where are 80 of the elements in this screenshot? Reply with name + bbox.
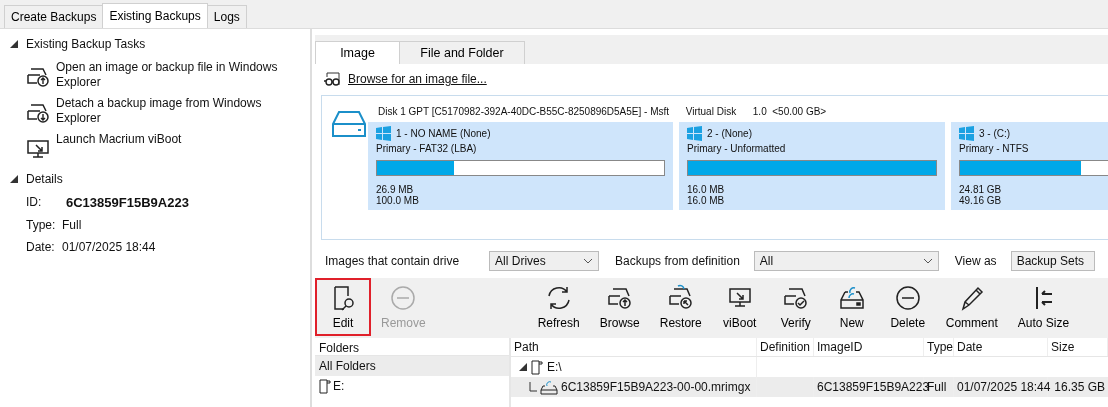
windows-logo-icon <box>376 126 391 141</box>
partition-card[interactable]: 2 - (None) Primary - Unformatted 16.0 MB 16.0 MB <box>679 122 945 210</box>
tab[interactable]: Existing Backups <box>102 3 208 28</box>
collapse-triangle-icon[interactable] <box>519 363 527 371</box>
toolbar-button[interactable]: Auto Size <box>1007 278 1080 336</box>
glasses-icon <box>323 71 343 87</box>
section-title: Existing Backup Tasks <box>26 37 146 51</box>
drive-download-icon <box>26 102 50 124</box>
detail-value: 6C13859F15B9A223 <box>66 195 189 210</box>
toolbar-button[interactable]: Comment <box>935 278 1008 336</box>
toolbar-button[interactable]: Refresh <box>527 278 590 336</box>
column-header[interactable]: Definition <box>757 338 814 356</box>
partition-name: 1 - NO NAME (None) <box>396 128 491 139</box>
task-link[interactable]: Detach a backup image from Windows Explorer <box>56 96 306 126</box>
column-header[interactable]: Size <box>1048 338 1108 356</box>
partition-card[interactable]: 1 - NO NAME (None) Primary - FAT32 (LBA) 26.9 MB 100.0 MB <box>368 122 673 210</box>
total-size: 16.0 MB <box>687 195 726 206</box>
used-size: 24.81 GB <box>959 184 1003 195</box>
monitor-icon <box>26 138 50 160</box>
browse-link[interactable]: Browse for an image file... <box>348 72 487 86</box>
toolbar-button[interactable]: viBoot <box>711 278 768 336</box>
toolbar-button[interactable]: New <box>823 278 880 336</box>
column-header[interactable]: Type <box>924 338 954 356</box>
toolbar-button[interactable]: Verify <box>767 278 824 336</box>
partition-type: Primary - Unformatted <box>687 143 787 154</box>
dropdown[interactable]: All Drives <box>489 251 600 271</box>
toolbar-button[interactable]: Delete <box>879 278 936 336</box>
drive-upload-icon <box>26 66 50 88</box>
table-cell: 6C13859F15B9A223-00-00.mrimgx <box>561 380 751 394</box>
detail-label: Date: <box>26 240 56 254</box>
partition-card[interactable]: 3 - (C:) Primary - NTFS 24.81 GB 49.16 GB <box>951 122 1108 210</box>
tab[interactable]: Create Backups <box>4 5 104 28</box>
filter-label: Images that contain drive <box>325 254 460 268</box>
partition-type: Primary - FAT32 (LBA) <box>376 143 478 154</box>
folder-item[interactable]: All Folders <box>315 356 509 376</box>
toolbar-button[interactable]: Edit <box>315 278 371 336</box>
chevron-down-icon <box>583 258 594 264</box>
toolbar-button[interactable]: Browse <box>589 278 650 336</box>
detail-value: Full <box>62 218 82 232</box>
disk-title: Disk 1 GPT [C5170982-392A-40DC-B55C-8250896D5A5E] - Msft Virtual Disk 1.0 <50.00 GB> <box>378 106 828 117</box>
total-size: 49.16 GB <box>959 195 1003 206</box>
table-cell: 16.35 GB <box>1054 380 1105 394</box>
dropdown[interactable]: All <box>753 251 939 271</box>
table-cell: E:\ <box>547 360 562 374</box>
detail-label: ID: <box>26 195 43 210</box>
tree-connector-icon <box>529 382 537 392</box>
table-cell: Full <box>927 380 947 394</box>
task-link[interactable]: Open an image or backup file in Windows Explorer <box>56 60 306 90</box>
filter-label: View as <box>954 254 997 268</box>
disk-drive-icon <box>332 110 366 138</box>
table-cell: 01/07/2025 18:44 <box>957 380 1051 394</box>
tab[interactable]: File and Folder <box>399 41 525 64</box>
partition-type: Primary - NTFS <box>959 143 1030 154</box>
drive-icon <box>319 378 331 394</box>
task-link[interactable]: Launch Macrium viBoot <box>56 132 306 147</box>
column-header[interactable]: Path <box>511 338 757 356</box>
tab[interactable]: Image <box>315 41 400 64</box>
image-file-icon <box>540 379 558 395</box>
drive-icon <box>531 359 543 375</box>
partition-name: 2 - (None) <box>707 128 752 139</box>
folder-item[interactable]: E: <box>315 376 509 396</box>
column-header[interactable]: ImageID <box>814 338 924 356</box>
dropdown[interactable]: Backup Sets <box>1010 251 1095 271</box>
column-header[interactable]: Date <box>954 338 1048 356</box>
detail-value: 01/07/2025 18:44 <box>62 240 156 254</box>
windows-logo-icon <box>687 126 702 141</box>
used-size: 26.9 MB <box>376 184 415 195</box>
used-size: 16.0 MB <box>687 184 726 195</box>
section-title: Details <box>26 172 63 186</box>
table-row[interactable]: 6C13859F15B9A223-00-00.mrimgx 6C13859F15B9A223Full 01/07/2025 18:44 16.35 GB <box>511 377 1108 397</box>
filter-label: Backups from definition <box>615 254 740 268</box>
total-size: 100.0 MB <box>376 195 420 206</box>
tab[interactable]: Logs <box>206 5 247 28</box>
detail-label: Type: <box>26 218 57 232</box>
chevron-down-icon <box>922 258 933 264</box>
collapse-triangle-icon[interactable] <box>10 40 18 48</box>
toolbar-button[interactable]: Restore <box>649 278 712 336</box>
collapse-triangle-icon[interactable] <box>10 175 18 183</box>
partition-name: 3 - (C:) <box>979 128 1011 139</box>
windows-logo-icon <box>959 126 974 141</box>
